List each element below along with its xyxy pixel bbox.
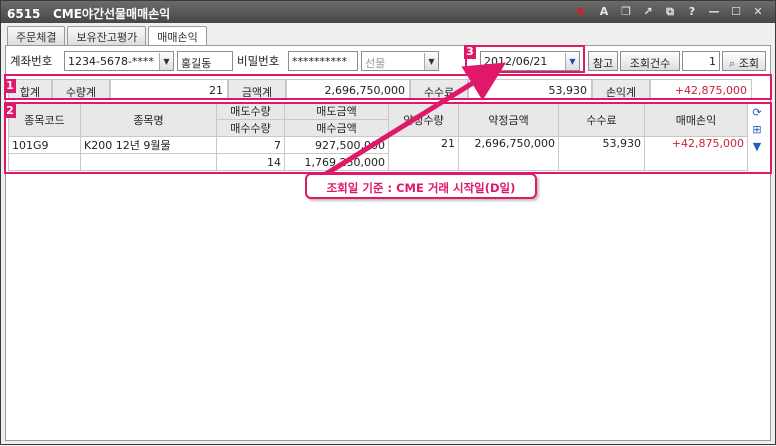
window-title: CME야간선물매매손익 [52,7,171,21]
chevron-down-icon[interactable]: ▼ [159,53,173,70]
col-header-sell-amt[interactable]: 매도금액 [284,102,389,120]
table-header-row: 종목코드 종목명 매도수량 매도금액 약정수량 약정금액 수수료 매매손익 [8,102,748,137]
reference-button[interactable]: 참고 [588,51,618,71]
col-header-fee[interactable]: 수수료 [558,102,645,137]
summary-amount-label: 금액계 [228,79,286,99]
col-header-code[interactable]: 종목코드 [8,102,81,137]
cell-fee: 53,930 [558,136,645,171]
restore-icon[interactable]: ⧉ [661,4,679,20]
summary-qty-label: 수량계 [52,79,110,99]
account-value: 1234-5678-**** [68,55,154,68]
col-header-buy-qty[interactable]: 매수수량 [216,119,285,137]
date-picker[interactable]: 2012/06/21 ▼ [480,51,580,71]
font-icon[interactable]: A [595,4,613,20]
cell-code-empty [8,153,81,171]
product-select[interactable]: 선물 ▼ [361,51,439,71]
scroll-down-icon[interactable]: ▼ [750,140,764,154]
badge-1: 1 [4,79,16,93]
tab-bar: 주문체결 보유잔고평가 매매손익 [7,26,207,47]
col-header-sell-qty[interactable]: 매도수량 [216,102,285,120]
summary-pnl-label: 손익계 [592,79,650,99]
cell-name: K200 12년 9월물 [80,136,217,154]
count-field[interactable]: 1 [682,51,720,71]
title-bar: 6515 CME야간선물매매손익 ▶ A ❐ ↗ ⧉ ? — ☐ ✕ [1,1,775,23]
title-bar-controls: ▶ A ❐ ↗ ⧉ ? — ☐ ✕ [573,4,767,20]
cell-code: 101G9 [8,136,81,154]
search-button-label: 조회 [738,57,759,70]
close-icon[interactable]: ✕ [749,4,767,20]
search-icon: ⌕ [729,57,736,70]
summary-row: 합계 수량계 21 금액계 2,696,750,000 수수료 53,930 손… [8,79,752,99]
content-panel: 계좌번호 1234-5678-**** ▼ 홍길동 비밀번호 *********… [5,45,771,441]
summary-fee-value: 53,930 [468,79,592,99]
account-label: 계좌번호 [10,54,53,68]
col-header-exec-amt[interactable]: 약정금액 [458,102,559,137]
product-value: 선물 [365,57,386,70]
calendar-dropdown-icon[interactable]: ▼ [565,53,579,70]
play-icon[interactable]: ▶ [573,4,591,20]
tab-trading-pnl[interactable]: 매매손익 [148,26,207,47]
badge-3: 3 [464,45,476,59]
cell-name-empty [80,153,217,171]
cell-buy-qty: 14 [216,153,285,171]
maximize-icon[interactable]: ☐ [727,4,745,20]
summary-qty-value: 21 [110,79,228,99]
col-header-exec-qty[interactable]: 약정수량 [388,102,459,137]
account-select[interactable]: 1234-5678-**** ▼ [64,51,174,71]
query-toolbar: 계좌번호 1234-5678-**** ▼ 홍길동 비밀번호 *********… [6,50,770,72]
cell-buy-amt: 1,769,250,000 [284,153,389,171]
holder-name-field: 홍길동 [177,51,233,71]
callout-note: 조회일 기준 : CME 거래 시작일(D일) [305,173,537,199]
table-row[interactable]: 101G9 K200 12년 9월물 7 927,500,000 21 2,69… [8,136,748,171]
summary-fee-label: 수수료 [410,79,468,99]
col-header-pnl[interactable]: 매매손익 [644,102,748,137]
copy-icon[interactable]: ❐ [617,4,635,20]
cell-sell-qty: 7 [216,136,285,154]
link-icon[interactable]: ↗ [639,4,657,20]
refresh-icon[interactable]: ⟳ [750,106,764,120]
badge-2: 2 [4,104,16,118]
cell-exec-amt: 2,696,750,000 [458,136,559,171]
summary-pnl-value: +42,875,000 [650,79,752,99]
minimize-icon[interactable]: — [705,4,723,20]
add-icon[interactable]: ⊞ [750,123,764,137]
password-field[interactable]: ********** [288,51,358,71]
cell-sell-amt: 927,500,000 [284,136,389,154]
date-value: 2012/06/21 [484,55,548,68]
summary-amount-value: 2,696,750,000 [286,79,410,99]
count-label: 조회건수 [620,51,680,71]
main-window: 6515 CME야간선물매매손익 ▶ A ❐ ↗ ⧉ ? — ☐ ✕ 주문체결 … [0,0,776,445]
col-header-buy-amt[interactable]: 매수금액 [284,119,389,137]
col-header-name[interactable]: 종목명 [80,102,217,137]
tab-holdings-valuation[interactable]: 보유잔고평가 [67,26,147,46]
cell-exec-qty: 21 [388,136,459,171]
password-label: 비밀번호 [237,54,280,68]
tab-order-execution[interactable]: 주문체결 [7,26,66,46]
pnl-table: 종목코드 종목명 매도수량 매도금액 약정수량 약정금액 수수료 매매손익 매수… [8,102,748,171]
screen-number: 6515 [7,7,41,21]
search-button[interactable]: ⌕ 조회 [722,51,766,71]
grid-side-toolbar: ⟳ ⊞ ▼ [750,106,764,154]
chevron-down-icon[interactable]: ▼ [424,53,438,70]
cell-pnl: +42,875,000 [644,136,748,171]
help-icon[interactable]: ? [683,4,701,20]
